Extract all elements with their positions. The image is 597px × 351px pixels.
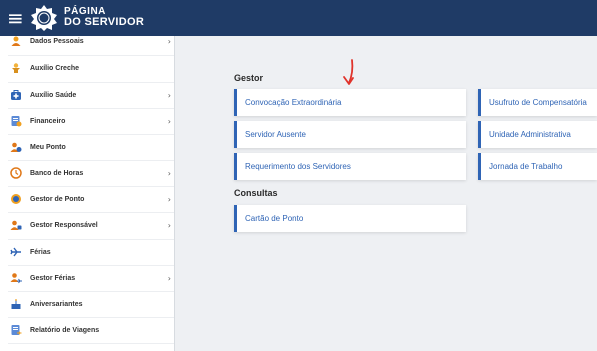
person-icon xyxy=(10,35,22,47)
user-clock-icon xyxy=(10,141,22,153)
clock-icon xyxy=(10,167,22,179)
manager-clock-icon xyxy=(10,193,22,205)
brand-title[interactable]: PÁGINA DO SERVIDOR xyxy=(64,7,145,28)
sidebar-item-label: Dados Pessoais xyxy=(30,37,84,45)
chevron-right-icon: › xyxy=(167,90,171,100)
card-label: Convocação Extraordinária xyxy=(245,98,342,107)
airplane-icon xyxy=(10,246,22,258)
sidebar-item-label: Aniversariantes xyxy=(30,300,83,308)
chevron-right-icon: › xyxy=(167,273,171,283)
chevron-right-icon: › xyxy=(167,36,171,46)
sidebar-item-gestor-ferias[interactable]: Gestor Férias › xyxy=(0,265,175,291)
manager-vacation-icon xyxy=(10,272,22,284)
chevron-right-icon: › xyxy=(167,168,171,178)
card-convocacao-extraordinaria[interactable]: Convocação Extraordinária xyxy=(234,89,466,116)
chevron-right-icon: › xyxy=(167,194,171,204)
sidebar-item-label: Gestor Férias xyxy=(30,274,76,282)
sidebar-item-label: Auxílio Saúde xyxy=(30,91,77,99)
sidebar: Dados Pessoais › Auxílio Creche Auxílio … xyxy=(0,36,175,351)
card-unidade-administrativa[interactable]: Unidade Administrativa xyxy=(478,121,597,148)
sidebar-item-label: Gestor de Ponto xyxy=(30,195,85,203)
sidebar-item-auxilio-saude[interactable]: Auxílio Saúde › xyxy=(0,82,175,108)
sidebar-item-aniversariantes[interactable]: Aniversariantes xyxy=(0,291,175,317)
section-title-consultas: Consultas xyxy=(234,188,278,198)
sidebar-item-financeiro[interactable]: Financeiro › xyxy=(0,108,175,134)
card-label: Usufruto de Compensatória xyxy=(489,98,587,107)
brand-line2: DO SERVIDOR xyxy=(64,16,145,28)
section-title-gestor: Gestor xyxy=(234,73,264,83)
card-requerimento-dos-servidores[interactable]: Requerimento dos Servidores xyxy=(234,153,466,180)
card-usufruto-de-compensatoria[interactable]: Usufruto de Compensatória xyxy=(478,89,597,116)
card-label: Servidor Ausente xyxy=(245,130,306,139)
sidebar-item-label: Banco de Horas xyxy=(30,169,84,177)
sidebar-item-dados-pessoais[interactable]: Dados Pessoais › xyxy=(0,28,175,54)
sidebar-item-banco-de-horas[interactable]: Banco de Horas › xyxy=(0,160,175,186)
sidebar-item-label: Meu Ponto xyxy=(30,143,66,151)
sidebar-item-gestor-de-ponto[interactable]: Gestor de Ponto › xyxy=(0,186,175,212)
card-label: Jornada de Trabalho xyxy=(489,162,563,171)
chevron-right-icon: › xyxy=(167,220,171,230)
cake-icon xyxy=(10,298,22,310)
card-label: Unidade Administrativa xyxy=(489,130,571,139)
sidebar-item-auxilio-creche[interactable]: Auxílio Creche xyxy=(0,55,175,81)
sidebar-item-label: Gestor Responsável xyxy=(30,221,98,229)
sidebar-item-label: Financeiro xyxy=(30,117,66,125)
card-jornada-de-trabalho[interactable]: Jornada de Trabalho xyxy=(478,153,597,180)
sidebar-item-meu-ponto[interactable]: Meu Ponto xyxy=(0,134,175,160)
manager-icon xyxy=(10,219,22,231)
travel-report-icon xyxy=(10,324,22,336)
child-icon xyxy=(10,62,22,74)
divider xyxy=(8,343,174,344)
sidebar-item-gestor-responsavel[interactable]: Gestor Responsável › xyxy=(0,212,175,238)
medical-kit-icon xyxy=(10,89,22,101)
card-label: Requerimento dos Servidores xyxy=(245,162,351,171)
menu-icon[interactable]: ≡ xyxy=(7,7,25,29)
finance-document-icon xyxy=(10,115,22,127)
annotation-arrow-icon xyxy=(343,59,354,85)
sidebar-item-ferias[interactable]: Férias xyxy=(0,239,175,265)
sidebar-item-label: Férias xyxy=(30,248,51,256)
chevron-right-icon: › xyxy=(167,116,171,126)
sidebar-item-label: Relatório de Viagens xyxy=(30,326,100,334)
card-label: Cartão de Ponto xyxy=(245,214,304,223)
sidebar-item-relatorio-de-viagens[interactable]: Relatório de Viagens xyxy=(0,317,175,343)
card-cartao-de-ponto[interactable]: Cartão de Ponto xyxy=(234,205,466,232)
card-servidor-ausente[interactable]: Servidor Ausente xyxy=(234,121,466,148)
sidebar-item-label: Auxílio Creche xyxy=(30,64,80,72)
